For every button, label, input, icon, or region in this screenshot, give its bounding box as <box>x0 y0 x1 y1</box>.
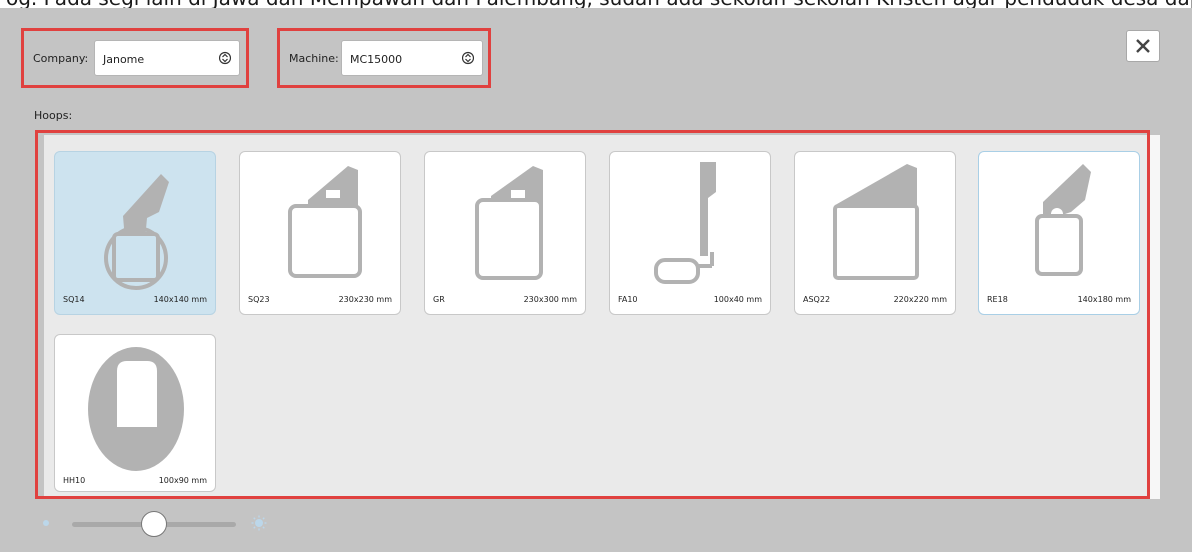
hoop-size: 100x90 mm <box>158 476 207 485</box>
hoop-re18-icon <box>1035 164 1091 276</box>
hoop-card-sq14[interactable]: SQ14 140x140 mm <box>54 151 216 315</box>
company-label: Company: <box>33 52 89 65</box>
machine-value: MC15000 <box>350 53 403 66</box>
close-icon <box>1136 39 1150 53</box>
caption-text: og. Pada segi lain di Jawa dan Mempawah … <box>6 0 1192 8</box>
hoop-name: FA10 <box>618 295 638 304</box>
hoop-card-re18[interactable]: RE18 140x180 mm <box>978 151 1140 315</box>
hoop-name: SQ14 <box>63 295 85 304</box>
hoop-card-hh10[interactable]: HH10 100x90 mm <box>54 334 216 492</box>
machine-label: Machine: <box>289 52 339 65</box>
hoop-sq14-icon <box>104 174 169 290</box>
hoop-size: 230x230 mm <box>338 295 392 304</box>
hoop-name: ASQ22 <box>803 295 831 304</box>
hoop-name: GR <box>433 295 445 304</box>
hoop-size: 140x140 mm <box>153 295 207 304</box>
top-caption-strip: og. Pada segi lain di Jawa dan Mempawah … <box>0 0 1192 8</box>
hoop-asq22-icon <box>833 164 919 280</box>
hoop-name: RE18 <box>987 295 1008 304</box>
hoop-name: SQ23 <box>248 295 270 304</box>
company-value: Janome <box>103 53 145 66</box>
sun-large-icon[interactable] <box>251 515 267 531</box>
hoop-hh10-icon <box>88 347 184 471</box>
hoop-gr-icon <box>475 166 543 280</box>
hoop-name: HH10 <box>63 476 86 485</box>
hoops-scrollbar[interactable] <box>1150 135 1160 499</box>
company-select[interactable]: Janome <box>94 40 240 76</box>
hoop-size: 140x180 mm <box>1077 295 1131 304</box>
hoop-size: 100x40 mm <box>713 295 762 304</box>
sun-small-icon[interactable] <box>41 518 51 528</box>
hoop-sq23-icon <box>288 166 362 278</box>
hoop-size: 230x300 mm <box>523 295 577 304</box>
hoops-label: Hoops: <box>34 109 73 122</box>
machine-select[interactable]: MC15000 <box>341 40 483 76</box>
hoop-card-asq22[interactable]: ASQ22 220x220 mm <box>794 151 956 315</box>
chevron-updown-icon <box>219 51 231 65</box>
hoop-fa10-icon <box>654 162 716 284</box>
chevron-updown-icon <box>462 51 474 65</box>
close-button[interactable] <box>1126 30 1160 62</box>
hoop-card-sq23[interactable]: SQ23 230x230 mm <box>239 151 401 315</box>
hoop-card-gr[interactable]: GR 230x300 mm <box>424 151 586 315</box>
hoop-card-fa10[interactable]: FA10 100x40 mm <box>609 151 771 315</box>
zoom-slider-thumb[interactable] <box>141 511 167 537</box>
hoop-size: 220x220 mm <box>893 295 947 304</box>
